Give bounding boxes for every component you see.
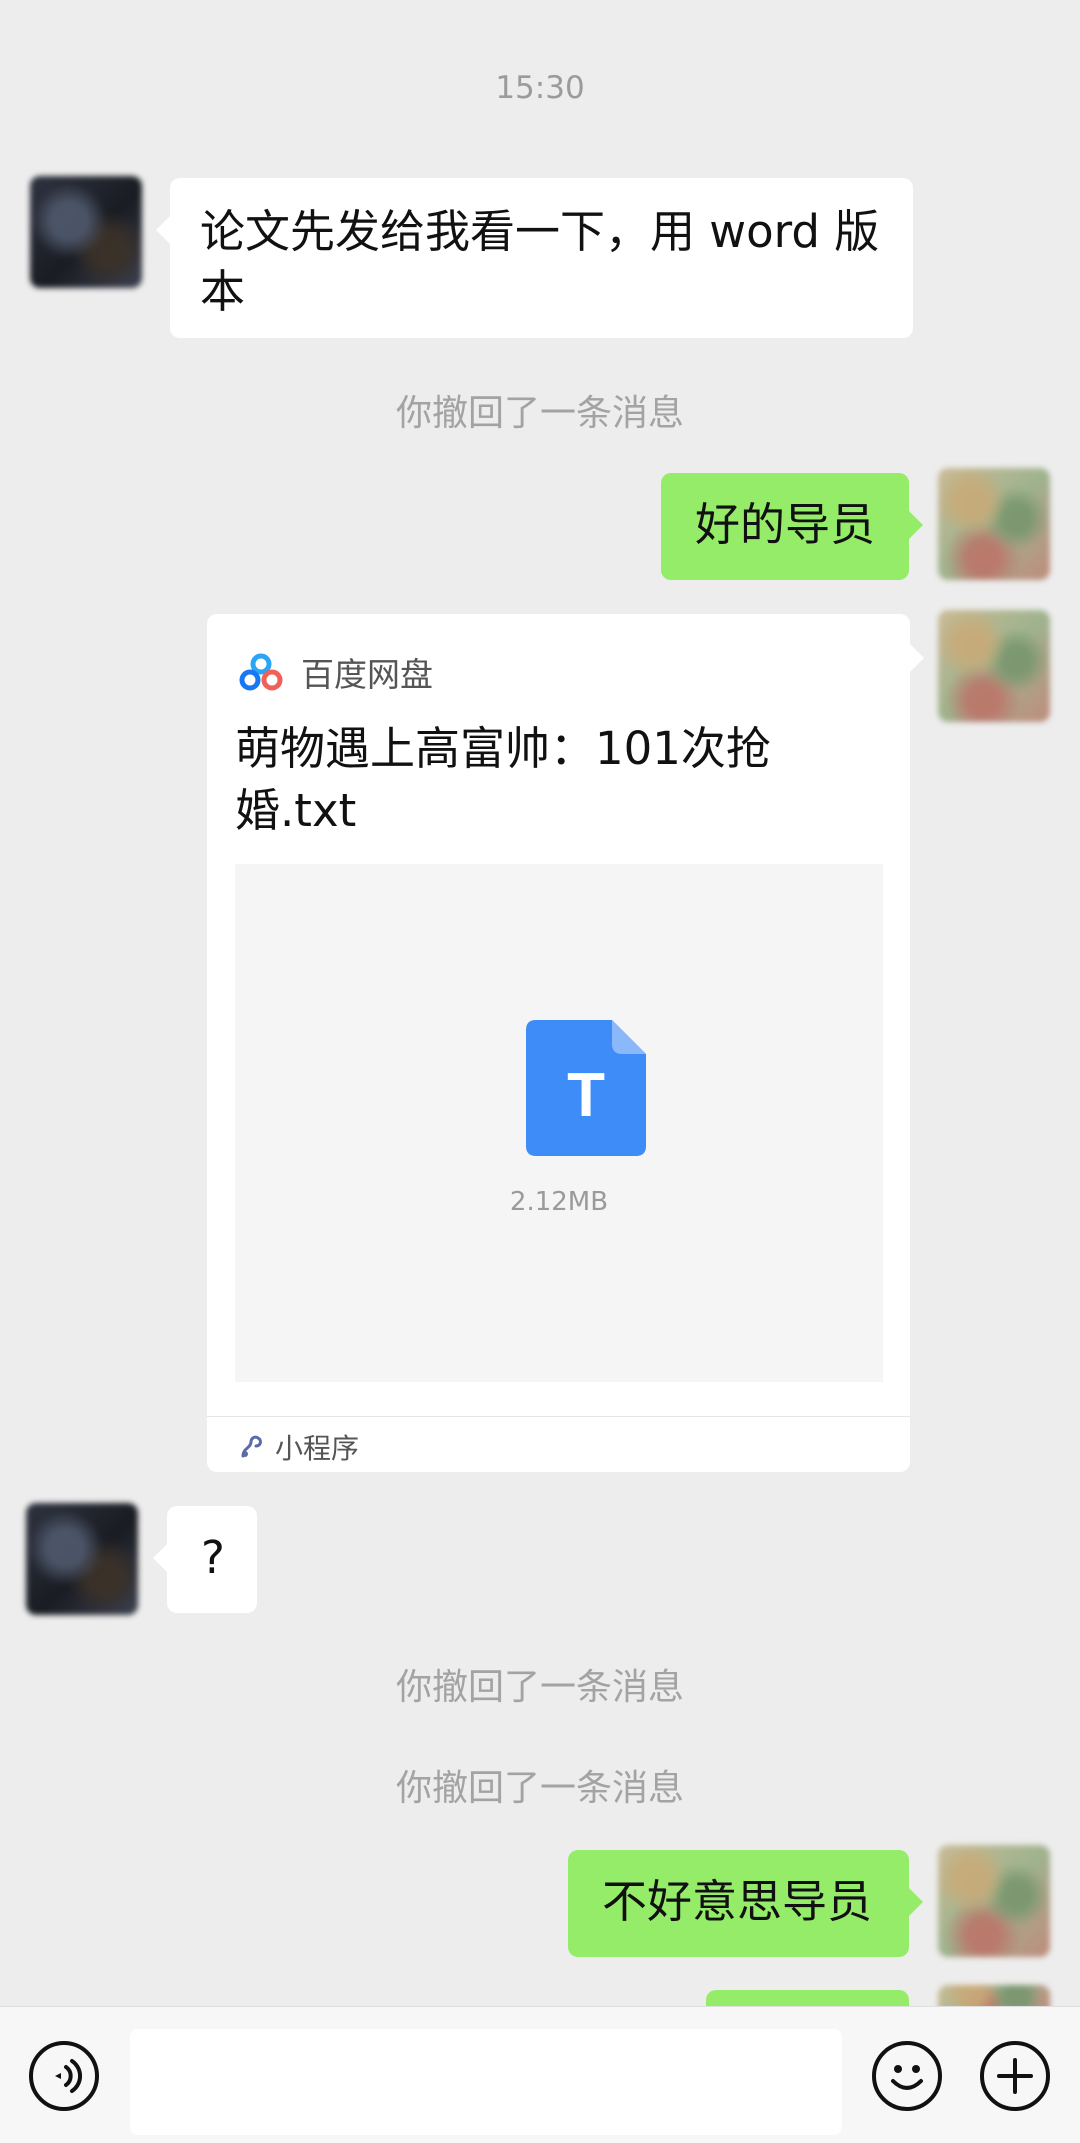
txt-file-icon: T <box>526 1020 646 1156</box>
baidu-netdisk-share-card[interactable]: 百度网盘 萌物遇上高富帅：101次抢 婚.txt T 2.12MB 小程序 <box>207 614 924 1472</box>
teacher-message-bubble[interactable]: ? <box>153 1506 257 1613</box>
miniprogram-icon <box>241 1435 262 1458</box>
message-text-line: 本 <box>200 265 246 318</box>
chat-timestamp: 15:30 <box>495 70 585 106</box>
voice-button[interactable] <box>29 2041 99 2111</box>
message-input[interactable] <box>130 2029 842 2135</box>
teacher-avatar[interactable] <box>30 176 142 288</box>
emoji-icon <box>891 2065 923 2090</box>
card-footer: 小程序 <box>239 1428 359 1466</box>
baidu-netdisk-icon <box>239 653 283 691</box>
chat-input-bar <box>0 2006 1080 2143</box>
card-title-line: 婚.txt <box>235 784 357 837</box>
message-text: 好的导员 <box>695 498 876 551</box>
recall-notice: 你撤回了一条消息 <box>395 1667 684 1708</box>
plus-icon <box>997 2058 1033 2094</box>
recall-notice: 你撤回了一条消息 <box>395 1768 684 1809</box>
miniprogram-label: 小程序 <box>275 1432 360 1465</box>
my-avatar[interactable] <box>938 468 1050 580</box>
file-letter: T <box>567 1061 605 1130</box>
my-message-bubble[interactable]: 不好意思导员 <box>568 1850 923 1957</box>
my-message-bubble[interactable]: 好的导员 <box>661 473 923 580</box>
file-size: 2.12MB <box>509 1187 609 1217</box>
card-divider <box>207 1416 910 1417</box>
teacher-message-bubble[interactable]: 论文先发给我看一下，用 word 版 本 <box>156 178 913 338</box>
card-title-line: 萌物遇上高富帅：101次抢 <box>235 722 771 775</box>
emoji-button[interactable] <box>872 2041 942 2111</box>
file-preview: T 2.12MB <box>235 864 883 1382</box>
message-text: ? <box>201 1531 225 1584</box>
my-avatar[interactable] <box>938 1845 1050 1957</box>
message-text-line: 论文先发给我看一下，用 word 版 <box>200 205 880 258</box>
card-file-title: 萌物遇上高富帅：101次抢 婚.txt <box>235 718 835 842</box>
recall-notice: 你撤回了一条消息 <box>395 393 684 434</box>
message-text: 不好意思导员 <box>602 1875 873 1928</box>
teacher-avatar[interactable] <box>26 1503 138 1615</box>
card-header: 百度网盘 <box>239 650 433 694</box>
my-avatar[interactable] <box>938 610 1050 722</box>
plus-button[interactable] <box>980 2041 1050 2111</box>
voice-icon <box>55 2059 82 2093</box>
card-app-name: 百度网盘 <box>301 655 433 694</box>
